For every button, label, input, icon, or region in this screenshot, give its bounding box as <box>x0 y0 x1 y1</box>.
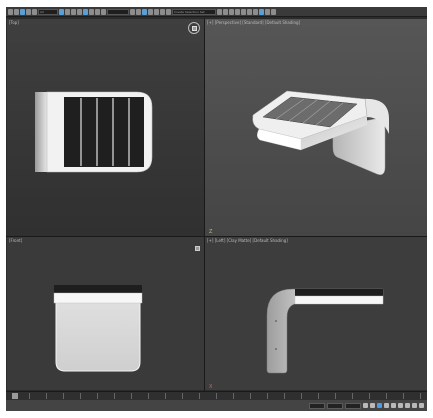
snap-icon[interactable] <box>142 8 147 15</box>
perspective-view-model: Z <box>209 90 389 235</box>
maximize-viewport-icon[interactable] <box>419 403 424 408</box>
schematic-icon[interactable] <box>247 8 252 15</box>
manipulate-icon[interactable] <box>136 8 141 15</box>
solar-panel <box>64 97 144 167</box>
link-icon[interactable] <box>20 8 25 15</box>
axis-label-x: X <box>209 384 213 390</box>
layer-icon[interactable] <box>229 8 234 15</box>
main-toolbar: All Create Selection Set <box>6 7 427 17</box>
viewport-front[interactable]: [Front] <box>7 237 204 390</box>
light-strip <box>53 292 143 304</box>
light-strip <box>294 295 384 305</box>
bind-icon[interactable] <box>32 8 37 15</box>
left-view-model: X <box>209 288 384 390</box>
z-coordinate-field[interactable] <box>345 402 361 409</box>
select-icon[interactable] <box>59 8 64 15</box>
region-icon[interactable] <box>71 8 76 15</box>
time-slider[interactable] <box>12 393 18 399</box>
lamp-top-panel <box>54 285 142 294</box>
application-window: All Create Selection Set [Top] [+] [Pers… <box>6 7 427 411</box>
go-to-end-icon[interactable] <box>391 403 396 408</box>
scale-icon[interactable] <box>95 8 100 15</box>
previous-frame-icon[interactable] <box>370 403 375 408</box>
axis-label-z: Z <box>209 229 213 235</box>
timeline[interactable] <box>6 391 427 400</box>
screw-hole <box>275 320 277 322</box>
reference-coordinate-dropdown[interactable] <box>107 8 129 15</box>
move-icon[interactable] <box>83 8 88 15</box>
y-coordinate-field[interactable] <box>327 402 343 409</box>
render-setup-icon[interactable] <box>259 8 264 15</box>
orbit-icon[interactable] <box>412 403 417 408</box>
top-view-model <box>35 91 153 173</box>
viewport-divider-vertical[interactable] <box>204 18 205 391</box>
status-bar <box>6 400 427 411</box>
align-icon[interactable] <box>223 8 228 15</box>
x-coordinate-field[interactable] <box>309 402 325 409</box>
named-selection-field[interactable]: Create Selection Set <box>172 8 216 15</box>
timeline-ruler <box>12 393 421 399</box>
next-frame-icon[interactable] <box>384 403 389 408</box>
render-icon[interactable] <box>271 8 276 15</box>
ribbon-icon[interactable] <box>235 8 240 15</box>
pivot-icon[interactable] <box>130 8 135 15</box>
material-editor-icon[interactable] <box>253 8 258 15</box>
render-frame-icon[interactable] <box>265 8 270 15</box>
screw-hole <box>275 348 277 350</box>
percent-snap-icon[interactable] <box>154 8 159 15</box>
viewport-left[interactable]: [+] [Left] [Clay Matte] [Default Shading… <box>205 237 427 390</box>
angle-snap-icon[interactable] <box>148 8 153 15</box>
unlink-icon[interactable] <box>26 8 31 15</box>
edit-named-selection-icon[interactable] <box>166 8 171 15</box>
front-view-model <box>53 285 143 372</box>
viewport-perspective[interactable]: [+] [Perspective] [Standard] [Default Sh… <box>205 19 427 236</box>
undo-icon[interactable] <box>8 8 13 15</box>
curve-editor-icon[interactable] <box>241 8 246 15</box>
selection-filter-dropdown[interactable]: All <box>38 8 58 15</box>
viewport-divider-horizontal[interactable] <box>6 236 427 237</box>
place-icon[interactable] <box>101 8 106 15</box>
wall-bracket <box>55 296 141 372</box>
window-crossing-icon[interactable] <box>77 8 82 15</box>
go-to-start-icon[interactable] <box>363 403 368 408</box>
spinner-snap-icon[interactable] <box>160 8 165 15</box>
pan-icon[interactable] <box>405 403 410 408</box>
play-icon[interactable] <box>377 403 382 408</box>
viewport-top[interactable]: [Top] <box>7 19 204 236</box>
rotate-icon[interactable] <box>89 8 94 15</box>
select-by-name-icon[interactable] <box>65 8 70 15</box>
lamp-top-panel <box>295 289 383 296</box>
redo-icon[interactable] <box>14 8 19 15</box>
zoom-icon[interactable] <box>398 403 403 408</box>
mirror-icon[interactable] <box>217 8 222 15</box>
